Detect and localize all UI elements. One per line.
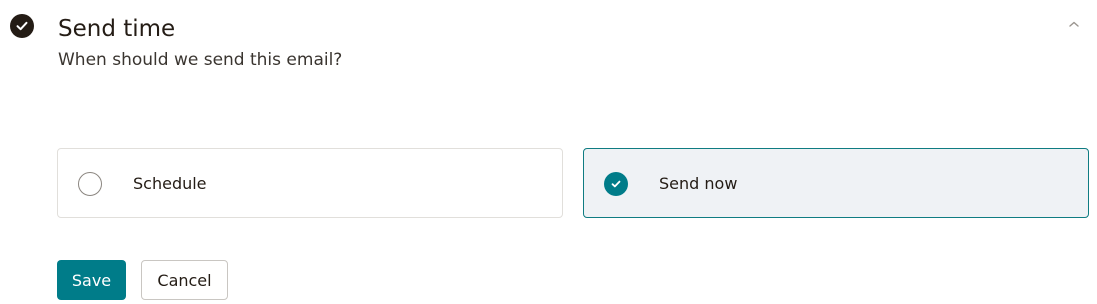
check-icon — [611, 180, 621, 188]
check-circle-icon — [10, 14, 34, 38]
section-title: Send time — [58, 16, 176, 42]
schedule-option[interactable]: Schedule — [57, 148, 563, 218]
cancel-button[interactable]: Cancel — [141, 260, 228, 300]
schedule-option-label: Schedule — [133, 174, 207, 193]
save-button[interactable]: Save — [57, 260, 126, 300]
chevron-up-icon[interactable] — [1064, 14, 1084, 34]
send-now-radio[interactable] — [604, 172, 628, 196]
send-now-option[interactable]: Send now — [583, 148, 1089, 218]
send-time-section: Send time When should we send this email… — [0, 0, 1097, 304]
send-now-option-label: Send now — [659, 174, 738, 193]
schedule-radio[interactable] — [78, 172, 102, 196]
section-subtitle: When should we send this email? — [58, 50, 343, 70]
